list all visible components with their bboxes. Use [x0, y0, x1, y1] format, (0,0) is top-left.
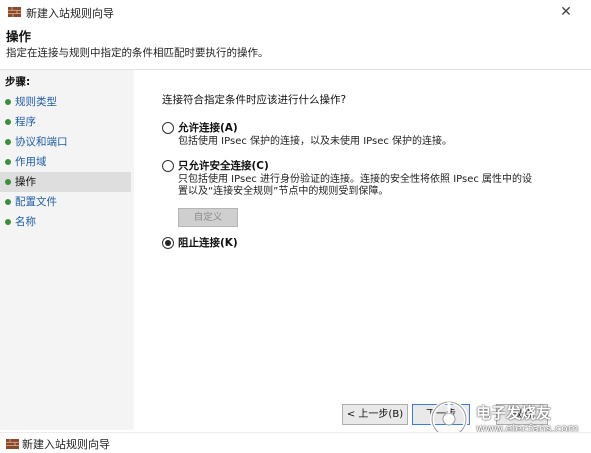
back-button[interactable]: < 上一步(B) [342, 404, 408, 425]
step-bullet-icon [5, 199, 11, 205]
step-bullet-icon [5, 119, 11, 125]
page-header: 操作 指定在连接与规则中指定的条件相匹配时要执行的操作。 [0, 24, 591, 70]
step-name[interactable]: 名称 [0, 212, 131, 232]
step-action[interactable]: 操作 [0, 172, 131, 192]
firewall-icon [6, 439, 19, 449]
step-label: 作用域 [15, 156, 47, 168]
step-program[interactable]: 程序 [0, 112, 131, 132]
secure-connection-label[interactable]: 只允许安全连接(C) [178, 158, 269, 173]
step-label: 配置文件 [15, 196, 57, 208]
step-label: 名称 [15, 216, 36, 228]
page-title: 操作 [6, 29, 32, 44]
step-bullet-icon [5, 139, 11, 145]
allow-connection-radio[interactable] [162, 122, 174, 134]
block-connection-label[interactable]: 阻止连接(K) [178, 235, 238, 250]
second-window-title-bar: 新建入站规则向导 [0, 432, 591, 453]
step-bullet-icon [5, 159, 11, 165]
step-protocol-port[interactable]: 协议和端口 [0, 132, 131, 152]
secure-connection-description-line1: 只包括使用 IPsec 进行身份验证的连接。连接的安全性将依照 IPsec 属性… [178, 174, 533, 185]
step-bullet-icon [5, 99, 11, 105]
action-question: 连接符合指定条件时应该进行什么操作? [162, 94, 347, 106]
step-bullet-icon [5, 179, 11, 185]
allow-connection-description: 包括使用 IPsec 保护的连接，以及未使用 IPsec 保护的连接。 [178, 136, 453, 147]
watermark-name: 电子发烧友 [476, 404, 552, 422]
block-connection-radio[interactable] [162, 237, 174, 249]
secure-connection-description-line2: 置以及“连接安全规则”节点中的规则受到保障。 [178, 186, 389, 197]
close-button[interactable]: ✕ [556, 2, 576, 22]
step-scope[interactable]: 作用域 [0, 152, 131, 172]
window-title: 新建入站规则向导 [26, 7, 114, 20]
steps-heading: 步骤: [5, 76, 31, 88]
firewall-icon [8, 7, 21, 17]
step-bullet-icon [5, 219, 11, 225]
main-panel: 连接符合指定条件时应该进行什么操作? 允许连接(A) 包括使用 IPsec 保护… [134, 70, 591, 430]
second-window-title: 新建入站规则向导 [22, 438, 110, 451]
page-description: 指定在连接与规则中指定的条件相匹配时要执行的操作。 [6, 47, 269, 59]
steps-sidebar: 步骤: 规则类型 程序 协议和端口 作用域 操作 配置文件 名称 [0, 70, 134, 430]
step-rule-type[interactable]: 规则类型 [0, 92, 131, 112]
customize-button[interactable]: 自定义 [178, 208, 238, 227]
step-label: 协议和端口 [15, 136, 68, 148]
step-label: 操作 [15, 176, 36, 188]
secure-connection-radio[interactable] [162, 160, 174, 172]
step-profile[interactable]: 配置文件 [0, 192, 131, 212]
step-label: 程序 [15, 116, 36, 128]
step-label: 规则类型 [15, 96, 57, 108]
allow-connection-label[interactable]: 允许连接(A) [178, 120, 238, 135]
title-bar: 新建入站规则向导 ✕ [0, 0, 591, 24]
